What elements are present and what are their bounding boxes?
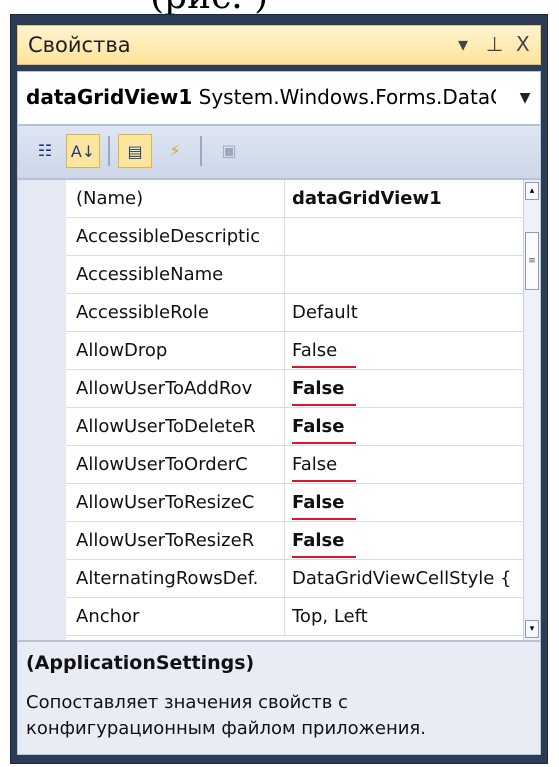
- object-type: System.Windows.Forms.DataGr: [198, 85, 496, 109]
- pin-icon[interactable]: ⊥: [486, 32, 503, 56]
- property-value[interactable]: False: [292, 340, 524, 361]
- column-divider: [284, 484, 285, 521]
- alphabetical-icon[interactable]: A↓: [66, 134, 100, 168]
- property-row[interactable]: Anchor Top, Left: [66, 598, 526, 636]
- chevron-down-icon[interactable]: ▼: [514, 84, 536, 112]
- panel-title: Свойства: [28, 33, 131, 57]
- object-name: dataGridView1: [26, 85, 193, 109]
- property-name: (Name): [76, 188, 144, 209]
- property-row[interactable]: AllowUserToOrderC False: [66, 446, 526, 484]
- property-value[interactable]: Default: [292, 302, 524, 323]
- property-name: AccessibleName: [76, 264, 224, 285]
- property-value[interactable]: False: [292, 454, 524, 475]
- toolbar-separator: [108, 136, 110, 166]
- changed-value-underline: [292, 480, 356, 482]
- column-divider: [284, 256, 285, 293]
- column-divider: [284, 294, 285, 331]
- property-name: AlternatingRowsDef.: [76, 568, 259, 589]
- property-name: AccessibleRole: [76, 302, 209, 323]
- property-value[interactable]: False: [292, 378, 524, 399]
- changed-value-underline: [292, 366, 356, 368]
- changed-value-underline: [292, 442, 356, 444]
- property-row[interactable]: AllowUserToDeleteR False: [66, 408, 526, 446]
- description-title: (ApplicationSettings): [26, 652, 255, 674]
- column-divider: [284, 180, 285, 217]
- properties-window: Свойства ▾ ⊥ X dataGridView1 System.Wind…: [10, 14, 548, 764]
- description-text: Сопоставляет значения свойств с конфигур…: [26, 692, 426, 739]
- property-name: AllowUserToAddRov: [76, 378, 253, 399]
- property-value[interactable]: DataGridViewCellStyle {: [292, 568, 524, 589]
- events-icon[interactable]: ⚡: [158, 134, 192, 168]
- property-grid: (Name) dataGridView1 AccessibleDescriptic A…: [17, 179, 541, 641]
- property-row[interactable]: AlternatingRowsDef. DataGridViewCellStyle…: [66, 560, 526, 598]
- property-row[interactable]: (Name) dataGridView1: [66, 180, 526, 218]
- property-value[interactable]: Top, Left: [292, 606, 524, 627]
- close-icon[interactable]: X: [516, 32, 530, 56]
- property-name: AllowUserToResizeR: [76, 530, 255, 551]
- property-row[interactable]: AllowUserToResizeC False: [66, 484, 526, 522]
- toolbar-separator-2: [200, 136, 202, 166]
- scroll-down-icon[interactable]: ▾: [525, 620, 539, 638]
- vertical-scrollbar[interactable]: ▴ ≡ ▾: [523, 180, 540, 640]
- property-name: AccessibleDescriptic: [76, 226, 261, 247]
- property-name: AllowDrop: [76, 340, 168, 361]
- top-fragment: (рис. ): [0, 0, 559, 14]
- column-divider: [284, 598, 285, 635]
- property-name: AllowUserToDeleteR: [76, 416, 256, 437]
- scroll-thumb[interactable]: ≡: [525, 232, 539, 290]
- column-divider: [284, 408, 285, 445]
- properties-icon[interactable]: ▤: [118, 134, 152, 168]
- property-value[interactable]: False: [292, 416, 524, 437]
- column-divider: [284, 218, 285, 255]
- changed-value-underline: [292, 556, 356, 558]
- column-divider: [284, 332, 285, 369]
- property-row[interactable]: AllowUserToResizeR False: [66, 522, 526, 560]
- properties-toolbar: ☷ A↓ ▤ ⚡ ▣: [17, 125, 541, 179]
- property-value[interactable]: dataGridView1: [292, 188, 524, 209]
- property-name: AllowUserToResizeC: [76, 492, 255, 513]
- property-row[interactable]: AccessibleRole Default: [66, 294, 526, 332]
- property-row[interactable]: AccessibleDescriptic: [66, 218, 526, 256]
- dropdown-icon[interactable]: ▾: [458, 32, 468, 56]
- object-selector[interactable]: dataGridView1 System.Windows.Forms.DataG…: [17, 71, 541, 125]
- column-divider: [284, 522, 285, 559]
- property-value[interactable]: False: [292, 530, 524, 551]
- property-row[interactable]: AccessibleName: [66, 256, 526, 294]
- categorized-icon[interactable]: ☷: [28, 134, 62, 168]
- changed-value-underline: [292, 404, 356, 406]
- grid-gutter: [18, 180, 66, 640]
- scroll-up-icon[interactable]: ▴: [525, 182, 539, 200]
- column-divider: [284, 370, 285, 407]
- property-name: AllowUserToOrderC: [76, 454, 248, 475]
- column-divider: [284, 446, 285, 483]
- column-divider: [284, 560, 285, 597]
- panel-titlebar[interactable]: Свойства ▾ ⊥ X: [17, 25, 541, 65]
- changed-value-underline: [292, 518, 356, 520]
- property-name: Anchor: [76, 606, 140, 627]
- property-row[interactable]: AllowUserToAddRov False: [66, 370, 526, 408]
- description-pane: (ApplicationSettings) Сопоставляет значе…: [17, 641, 541, 755]
- property-row[interactable]: AllowDrop False: [66, 332, 526, 370]
- object-selector-text: dataGridView1 System.Windows.Forms.DataG…: [26, 85, 496, 109]
- property-pages-icon[interactable]: ▣: [212, 134, 246, 168]
- property-value[interactable]: False: [292, 492, 524, 513]
